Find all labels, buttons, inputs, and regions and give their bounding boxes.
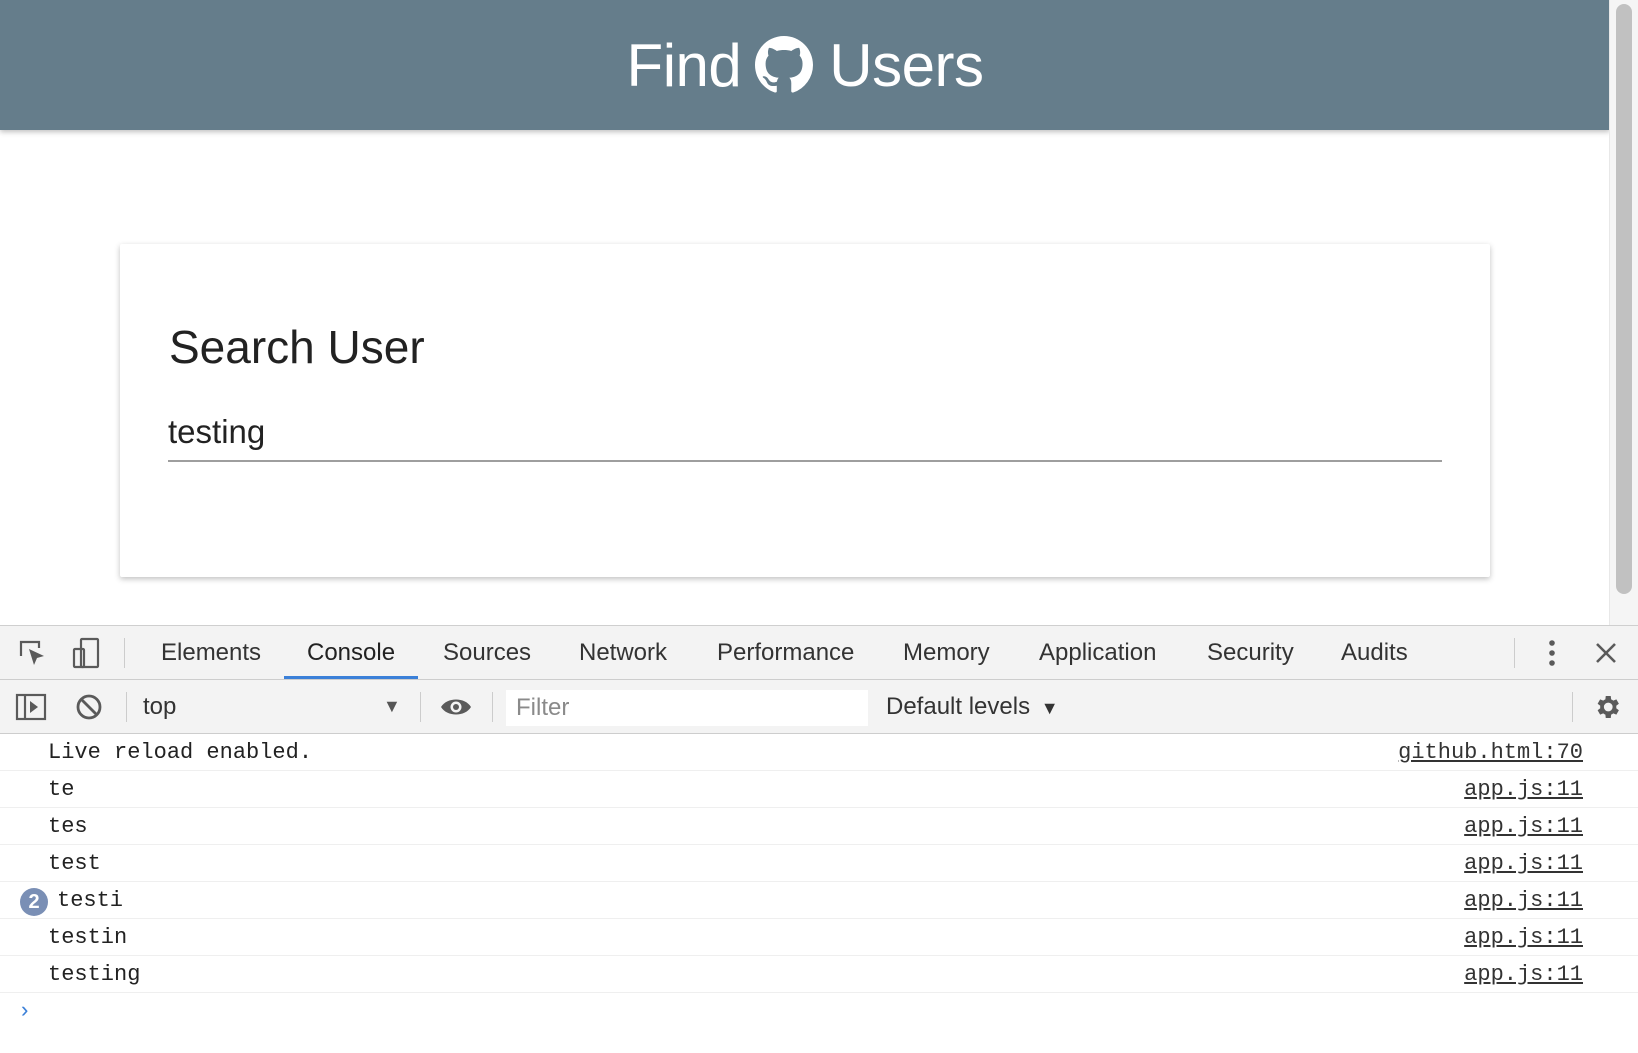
settings-gear-icon[interactable] (1590, 691, 1624, 723)
log-source-link[interactable]: app.js:11 (1464, 919, 1583, 956)
log-message: te (48, 777, 75, 802)
console-log-row: test app.js:11 (0, 845, 1638, 882)
close-devtools-icon[interactable] (1590, 637, 1622, 669)
levels-dropdown-arrow-icon: ▼ (1040, 698, 1059, 718)
console-prompt[interactable]: › (0, 993, 1638, 1033)
tabbar-divider (124, 638, 125, 668)
log-message: testin (48, 925, 128, 950)
devtools-panel: Elements Console Sources Network Perform… (0, 625, 1638, 1053)
console-log-row: testin app.js:11 (0, 919, 1638, 956)
log-source-link[interactable]: github.html:70 (1398, 734, 1583, 771)
tab-audits[interactable]: Audits (1318, 626, 1431, 679)
github-octocat-icon (755, 36, 814, 94)
console-log-row: tes app.js:11 (0, 808, 1638, 845)
page-scrollbar-thumb[interactable] (1616, 4, 1632, 594)
context-dropdown-arrow-icon[interactable]: ▼ (383, 680, 401, 733)
tab-application[interactable]: Application (1016, 626, 1179, 679)
devtools-tabbar: Elements Console Sources Network Perform… (0, 626, 1638, 680)
log-message: Live reload enabled. (48, 740, 313, 765)
console-log-row: testing app.js:11 (0, 956, 1638, 993)
brand-text-right: Users (829, 31, 984, 99)
toolbar-divider-4 (1572, 692, 1573, 722)
search-card: Search User (120, 244, 1490, 577)
live-expression-eye-icon[interactable] (438, 691, 474, 723)
console-log-row: Live reload enabled. github.html:70 (0, 734, 1638, 771)
log-message: testing (48, 962, 141, 987)
device-toolbar-icon[interactable] (68, 637, 104, 669)
log-source-link[interactable]: app.js:11 (1464, 845, 1583, 882)
tab-sources[interactable]: Sources (420, 626, 554, 679)
card-title: Search User (169, 321, 425, 373)
log-message: tes (48, 814, 88, 839)
toolbar-divider-3 (492, 692, 493, 722)
context-selector[interactable]: top (143, 680, 176, 733)
console-log-row: 2 testi app.js:11 (0, 882, 1638, 919)
log-levels-label: Default levels (886, 693, 1031, 720)
tab-network[interactable]: Network (556, 626, 690, 679)
repeat-count-badge: 2 (20, 888, 48, 916)
inspect-element-icon[interactable] (14, 637, 50, 669)
toolbar-divider-2 (420, 692, 421, 722)
prompt-chevron-icon: › (18, 999, 32, 1024)
log-message: testi (57, 888, 124, 913)
page-viewport: Find Users Search User (0, 0, 1638, 625)
more-options-icon[interactable] (1536, 637, 1568, 669)
tabbar-divider-right (1514, 638, 1515, 668)
filter-input[interactable] (506, 690, 868, 726)
toolbar-divider (126, 692, 127, 722)
console-log-row: te app.js:11 (0, 771, 1638, 808)
brand[interactable]: Find Users (627, 31, 984, 100)
console-output: Live reload enabled. github.html:70 te a… (0, 734, 1638, 1033)
tab-memory[interactable]: Memory (880, 626, 1013, 679)
log-source-link[interactable]: app.js:11 (1464, 808, 1583, 845)
navbar: Find Users (0, 0, 1610, 130)
console-toolbar: top ▼ Default levels ▼ (0, 680, 1638, 734)
tab-performance[interactable]: Performance (694, 626, 877, 679)
log-source-link[interactable]: app.js:11 (1464, 882, 1583, 919)
log-message: test (48, 851, 101, 876)
tab-console[interactable]: Console (284, 626, 419, 679)
clear-console-icon[interactable] (72, 691, 106, 723)
tab-security[interactable]: Security (1184, 626, 1317, 679)
log-source-link[interactable]: app.js:11 (1464, 771, 1583, 808)
brand-text-left: Find (626, 31, 742, 99)
search-user-input[interactable] (168, 404, 1442, 462)
log-levels-dropdown[interactable]: Default levels ▼ (886, 680, 1059, 733)
tab-elements[interactable]: Elements (138, 626, 284, 679)
log-source-link[interactable]: app.js:11 (1464, 956, 1583, 993)
page-scrollbar[interactable] (1609, 0, 1638, 625)
show-sidebar-icon[interactable] (14, 691, 48, 723)
